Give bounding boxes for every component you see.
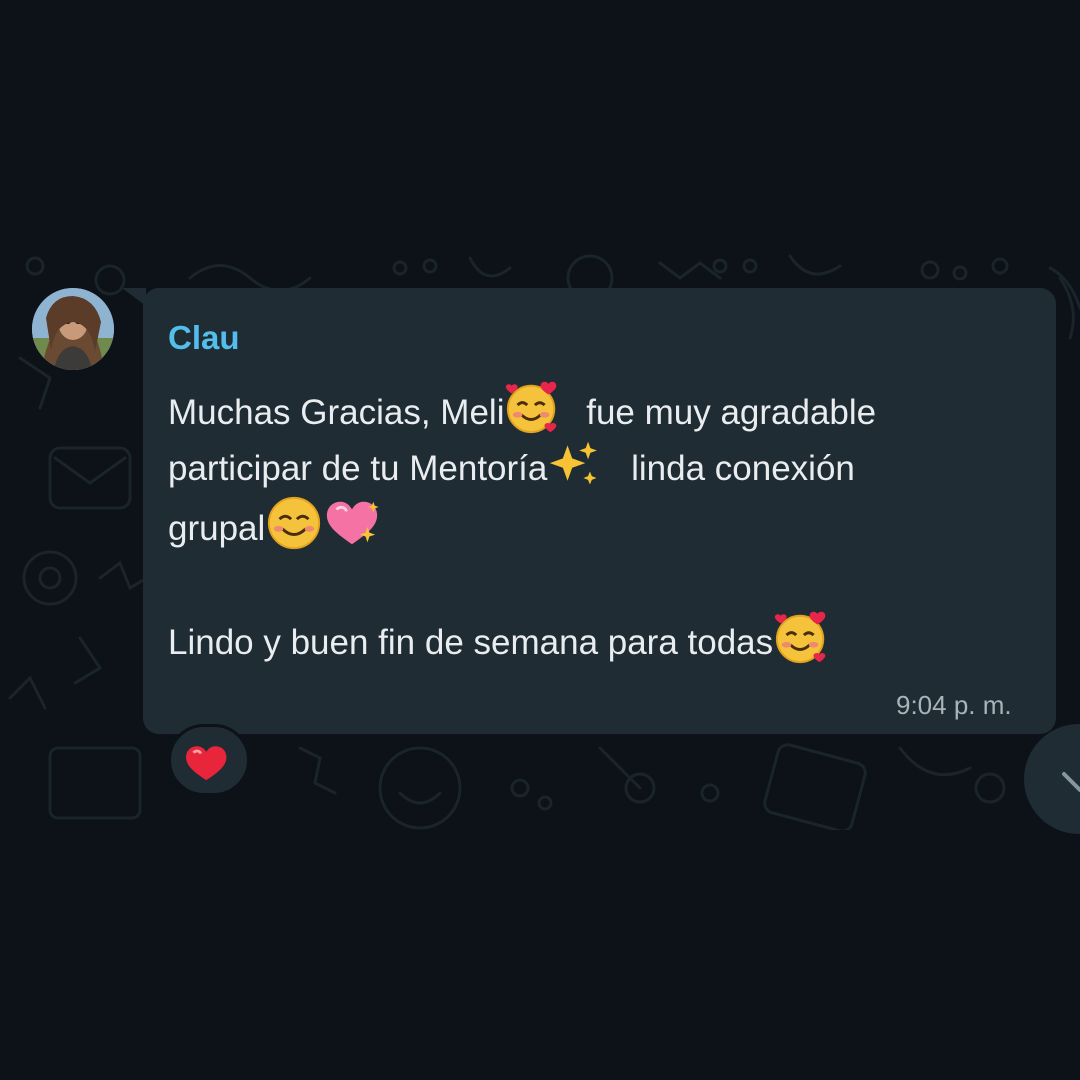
message-line-4: Lindo y buen fin de semana para todas [168, 608, 831, 677]
avatar-photo [32, 288, 114, 370]
sender-name[interactable]: Clau [168, 318, 240, 358]
message-text: grupal [168, 509, 266, 548]
message-text: fue muy agradable [586, 393, 877, 432]
avatar[interactable] [32, 288, 114, 370]
reaction-pill[interactable] [168, 724, 250, 796]
message-text: linda conexión [631, 449, 855, 488]
chat-window: Clau Muchas Gracias, Meli fue muy agrada… [0, 0, 1080, 1080]
message-text: participar de tu Mentoría [168, 449, 548, 488]
message-line-2: participar de tu Mentoría linda conexión [168, 436, 855, 503]
sparkling-heart-emoji [323, 494, 381, 563]
scroll-down-button[interactable] [1024, 724, 1080, 834]
sparkles-emoji [547, 436, 603, 503]
heart-emoji [186, 746, 227, 781]
message-text: Muchas Gracias, Meli [168, 393, 505, 432]
smiling-face-with-hearts-emoji [773, 608, 831, 677]
smiling-face-emoji [265, 494, 323, 563]
message-line-3: grupal [168, 494, 381, 563]
message-timestamp: 9:04 p. m. [896, 690, 1012, 720]
message-text: Lindo y buen fin de semana para todas [168, 623, 774, 662]
chevron-down-icon [1062, 772, 1080, 792]
